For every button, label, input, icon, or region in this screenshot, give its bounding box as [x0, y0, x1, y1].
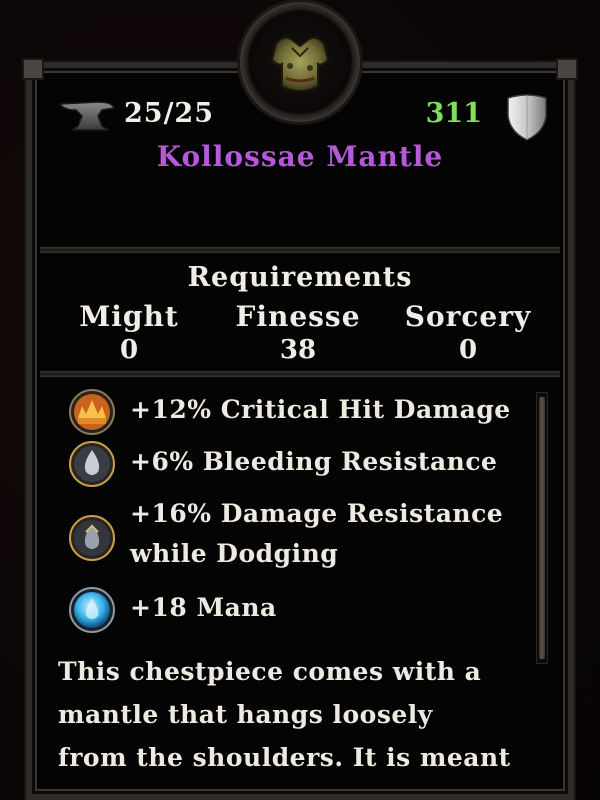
- requirement-label: Finesse: [235, 300, 361, 333]
- mana-icon: [69, 587, 115, 633]
- requirement-value: 0: [458, 335, 478, 365]
- description-line: mantle that hangs loosely: [58, 700, 433, 729]
- critical-hit-icon: [69, 389, 115, 435]
- description-line: from the shoulders. It is meant: [58, 743, 511, 772]
- section-divider: [40, 246, 560, 254]
- requirement-finesse: Finesse 38: [213, 300, 383, 365]
- dodge-resist-icon: [69, 515, 115, 561]
- stat-row: +6% Bleeding Resistance: [68, 440, 518, 488]
- requirement-might: Might 0: [44, 300, 214, 365]
- stat-row: +18 Mana: [68, 586, 518, 634]
- armor-value: 311: [425, 98, 482, 129]
- requirements-title: Requirements: [187, 262, 413, 293]
- requirement-value: 38: [279, 335, 317, 365]
- frame-corner: [22, 58, 44, 80]
- stat-text: while Dodging: [130, 539, 339, 568]
- stat-text: +16% Damage Resistance: [130, 499, 504, 528]
- requirement-label: Sorcery: [404, 300, 532, 333]
- requirement-label: Might: [79, 300, 179, 333]
- anvil-icon: [58, 101, 115, 131]
- chest-armor-icon: [270, 36, 330, 92]
- shield-icon: [507, 94, 547, 141]
- scrollbar-thumb[interactable]: [539, 397, 545, 659]
- stat-text: +18 Mana: [130, 593, 277, 622]
- stat-text: +12% Critical Hit Damage: [130, 395, 511, 424]
- bleed-resist-icon: [69, 441, 115, 487]
- scrollbar[interactable]: [536, 392, 548, 664]
- item-description: This chestpiece comes with a mantle that…: [58, 650, 538, 779]
- durability-value: 25/25: [124, 98, 215, 129]
- frame-corner: [556, 58, 578, 80]
- description-line: This chestpiece comes with a: [58, 657, 482, 686]
- requirement-sorcery: Sorcery 0: [383, 300, 553, 365]
- item-header: 25/25 311: [40, 92, 560, 142]
- item-name: Kollossae Mantle: [156, 140, 444, 173]
- requirement-value: 0: [119, 335, 139, 365]
- stat-text: +6% Bleeding Resistance: [130, 447, 498, 476]
- stat-row: +12% Critical Hit Damage: [68, 388, 518, 436]
- stat-row: +16% Damage Resistance while Dodging: [68, 492, 518, 580]
